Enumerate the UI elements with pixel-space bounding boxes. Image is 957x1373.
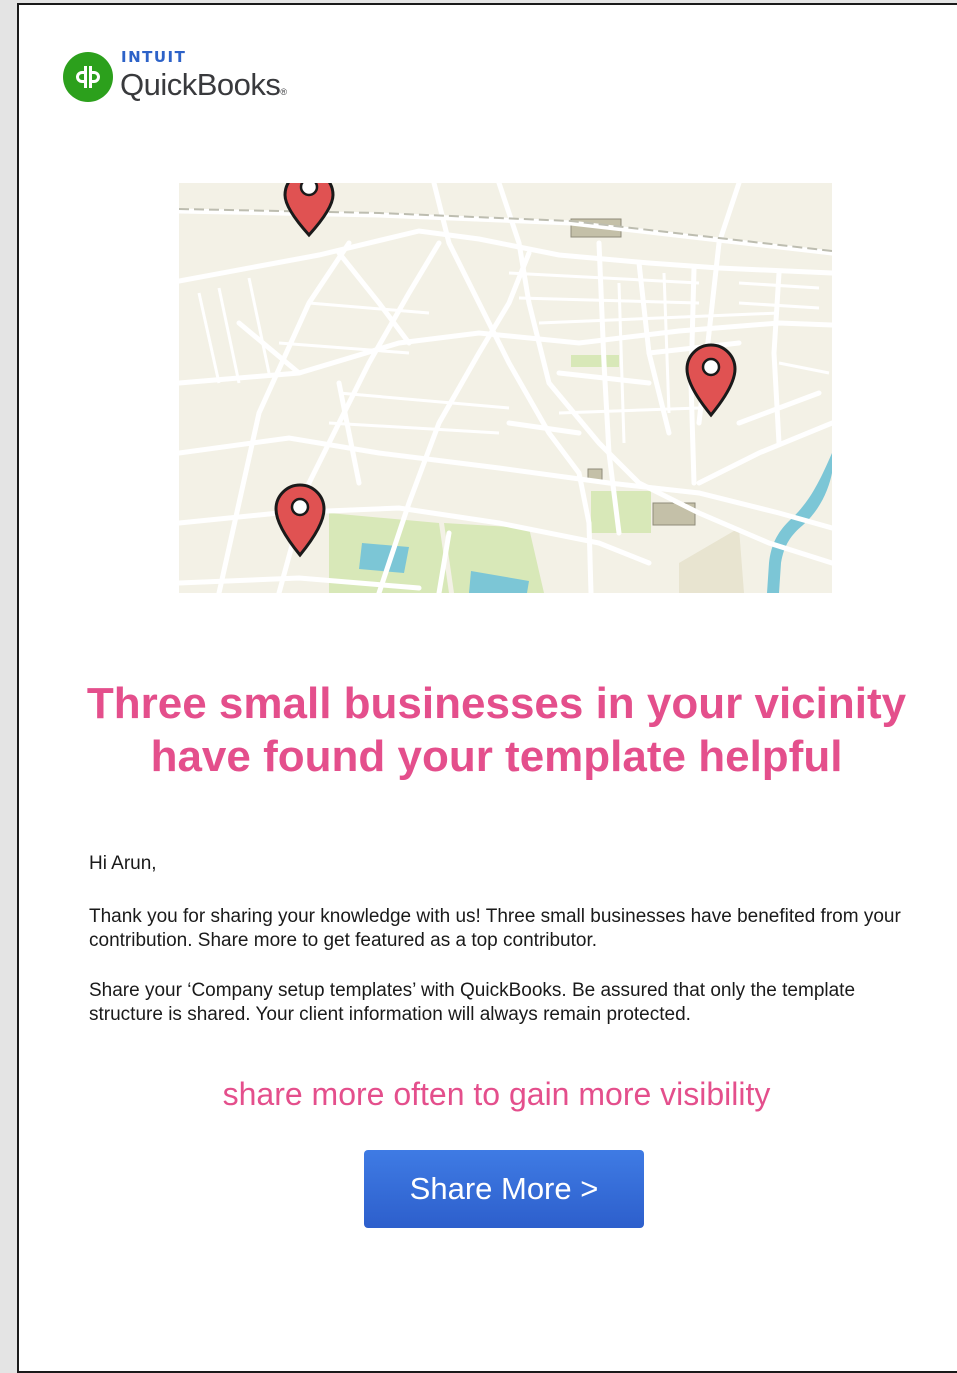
tagline: share more often to gain more visibility (222, 1076, 771, 1112)
quickbooks-logo-icon (63, 52, 113, 102)
share-templates-paragraph: Share your ‘Company setup templates’ wit… (89, 980, 856, 1025)
headline: Three small businesses in your vicinity … (19, 677, 957, 783)
quickbooks-wordmark: QuickBooks® (120, 67, 287, 102)
intuit-wordmark: INTUIT (121, 48, 187, 66)
message-body: Hi Arun, Thank you for sharing your know… (89, 852, 919, 1027)
greeting: Hi Arun, (89, 853, 157, 874)
thank-you-paragraph: Thank you for sharing your knowledge wit… (89, 906, 901, 951)
headline-line-1: Three small businesses in your vicinity (86, 679, 907, 728)
map-illustration (179, 183, 832, 593)
headline-line-2: have found your template helpful (150, 732, 843, 781)
share-more-button[interactable]: Share More > (364, 1150, 644, 1228)
email-body: INTUIT QuickBooks® Three small businesse… (17, 3, 957, 1373)
